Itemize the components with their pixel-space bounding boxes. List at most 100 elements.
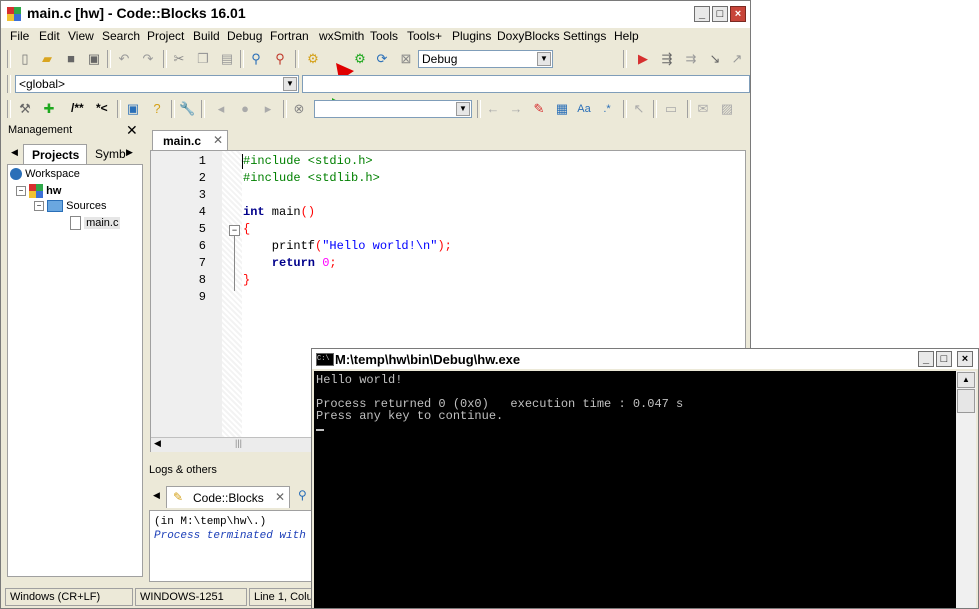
step-out-icon[interactable]: ↗ bbox=[729, 51, 745, 67]
workspace-icon bbox=[10, 168, 22, 181]
management-close-icon[interactable]: ✕ bbox=[126, 122, 138, 139]
menu-help[interactable]: Help bbox=[614, 29, 639, 43]
doxy-extract-icon[interactable]: ✚ bbox=[41, 101, 57, 117]
scroll-left-icon[interactable]: ◀ bbox=[154, 438, 161, 449]
minimize-button[interactable]: _ bbox=[694, 6, 710, 22]
maximize-button[interactable]: □ bbox=[712, 6, 728, 22]
maximize-button[interactable]: □ bbox=[936, 351, 952, 367]
tab-close-icon[interactable]: ✕ bbox=[213, 133, 223, 147]
tree-item-sources[interactable]: − Sources bbox=[34, 200, 106, 213]
regex-icon[interactable]: .* bbox=[599, 101, 615, 117]
incremental-search-select[interactable]: ▼ bbox=[314, 100, 472, 118]
abort-icon[interactable]: ⊠ bbox=[398, 51, 414, 67]
console-output[interactable]: Hello world! Process returned 0 (0x0) ex… bbox=[314, 371, 956, 608]
close-button[interactable]: × bbox=[730, 6, 746, 22]
tree-item-project-hw[interactable]: − hw bbox=[16, 184, 61, 198]
menu-tools[interactable]: Tools bbox=[370, 29, 398, 43]
minimize-button[interactable]: _ bbox=[918, 351, 934, 367]
close-button[interactable]: × bbox=[957, 351, 973, 367]
save-icon[interactable]: ■ bbox=[63, 51, 79, 67]
scroll-grip-icon[interactable]: ||| bbox=[235, 438, 242, 448]
doxy-line-comment-label[interactable]: *< bbox=[96, 101, 108, 115]
menu-plugins[interactable]: Plugins bbox=[452, 29, 491, 43]
menu-build[interactable]: Build bbox=[193, 29, 220, 43]
function-select[interactable] bbox=[302, 75, 750, 93]
search-results-icon[interactable]: ⚲ bbox=[298, 488, 307, 502]
replace-icon[interactable]: ⚲ bbox=[272, 51, 288, 67]
scroll-up-icon[interactable]: ▲ bbox=[957, 372, 975, 388]
wrench-icon[interactable]: 🔧 bbox=[179, 101, 195, 117]
menu-project[interactable]: Project bbox=[147, 29, 184, 43]
save-all-icon[interactable]: ▣ bbox=[86, 51, 102, 67]
next-bookmark-icon[interactable]: ▸ bbox=[260, 101, 276, 117]
tab-symbols[interactable]: Symb bbox=[95, 147, 126, 161]
clear-search-icon[interactable]: ⊗ bbox=[291, 101, 307, 117]
doxy-help-icon[interactable]: ? bbox=[149, 101, 165, 117]
cut-icon[interactable]: ✂ bbox=[171, 51, 187, 67]
tab-projects[interactable]: Projects bbox=[23, 144, 87, 164]
menu-fortran[interactable]: Fortran bbox=[270, 29, 309, 43]
tab-scroll-left-icon[interactable]: ◀ bbox=[11, 147, 18, 158]
debug-run-icon[interactable]: ▶ bbox=[635, 51, 651, 67]
fold-toggle-icon[interactable]: − bbox=[229, 225, 240, 236]
menu-tools-plus[interactable]: Tools+ bbox=[407, 29, 442, 43]
step-into-icon[interactable]: ↘ bbox=[707, 51, 723, 67]
undo-icon[interactable]: ↶ bbox=[116, 51, 132, 67]
redo-icon[interactable]: ↷ bbox=[140, 51, 156, 67]
build-gear-icon[interactable]: ⚙ bbox=[305, 51, 321, 67]
cb-title-bar[interactable]: main.c [hw] - Code::Blocks 16.01 _ □ × bbox=[1, 1, 750, 28]
search-prev-icon[interactable]: ← bbox=[485, 101, 501, 117]
doxy-block-comment-label[interactable]: /** bbox=[71, 101, 84, 115]
paste-icon[interactable]: ▤ bbox=[219, 51, 235, 67]
editor-tab-main-c[interactable]: main.c ✕ bbox=[152, 130, 228, 150]
logs-title: Logs & others bbox=[149, 464, 217, 476]
doxy-wizard-icon[interactable]: ⚒ bbox=[17, 101, 33, 117]
copy-icon[interactable]: ❐ bbox=[195, 51, 211, 67]
open-folder-icon[interactable]: ▰ bbox=[39, 51, 55, 67]
collapse-icon[interactable]: − bbox=[34, 201, 44, 212]
collapse-icon[interactable]: − bbox=[16, 186, 26, 196]
menu-debug[interactable]: Debug bbox=[227, 29, 262, 43]
next-line-icon[interactable]: ⇉ bbox=[683, 51, 699, 67]
tab-close-icon[interactable]: ✕ bbox=[275, 490, 285, 504]
tree-item-workspace[interactable]: Workspace bbox=[10, 168, 80, 181]
selected-text-icon[interactable]: ▦ bbox=[554, 101, 570, 117]
menu-view[interactable]: View bbox=[68, 29, 94, 43]
prev-bookmark-icon[interactable]: ◂ bbox=[213, 101, 229, 117]
search-next-icon[interactable]: → bbox=[508, 101, 524, 117]
scope-select[interactable]: <global> ▼ bbox=[15, 75, 299, 93]
menu-file[interactable]: File bbox=[10, 29, 29, 43]
pointer-icon[interactable]: ↖ bbox=[631, 101, 647, 117]
rebuild-icon[interactable]: ⟳ bbox=[374, 51, 390, 67]
find-icon[interactable]: ⚲ bbox=[248, 51, 264, 67]
image-icon[interactable]: ▨ bbox=[719, 101, 735, 117]
run-to-cursor-icon[interactable]: ⇶ bbox=[659, 51, 675, 67]
project-tree: Workspace − hw − Sources main.c bbox=[7, 164, 143, 577]
chevron-down-icon[interactable]: ▼ bbox=[537, 52, 551, 66]
console-scrollbar[interactable]: ▲ bbox=[956, 371, 976, 608]
menu-doxyblocks[interactable]: DoxyBlocks bbox=[497, 29, 560, 43]
chevron-down-icon[interactable]: ▼ bbox=[283, 77, 297, 91]
new-file-icon[interactable]: ▯ bbox=[17, 51, 33, 67]
build-target-select[interactable]: Debug ▼ bbox=[418, 50, 553, 68]
tab-scroll-left-icon[interactable]: ◀ bbox=[153, 490, 160, 501]
code-line-2: #include <stdlib.h> bbox=[243, 171, 380, 185]
widget-icon[interactable]: ▭ bbox=[663, 101, 679, 117]
scope-value: <global> bbox=[19, 77, 66, 91]
doxy-html-icon[interactable]: ▣ bbox=[125, 101, 141, 117]
highlight-icon[interactable]: ✎ bbox=[531, 101, 547, 117]
menu-edit[interactable]: Edit bbox=[39, 29, 60, 43]
menu-wxsmith[interactable]: wxSmith bbox=[319, 29, 364, 43]
match-case-icon[interactable]: Aa bbox=[576, 101, 592, 117]
tab-codeblocks-log[interactable]: ✎ Code::Blocks ✕ bbox=[166, 486, 290, 508]
mail-icon[interactable]: ✉ bbox=[695, 101, 711, 117]
menu-settings[interactable]: Settings bbox=[563, 29, 606, 43]
console-title-bar[interactable]: C:\ M:\temp\hw\bin\Debug\hw.exe _ □ × bbox=[312, 349, 978, 369]
line-number-gutter: 1 2 3 4 5 6 7 8 9 bbox=[151, 151, 242, 437]
toggle-bookmark-icon[interactable]: ● bbox=[237, 101, 253, 117]
tab-scroll-right-icon[interactable]: ▶ bbox=[126, 147, 133, 158]
menu-search[interactable]: Search bbox=[102, 29, 140, 43]
tree-item-main-c[interactable]: main.c bbox=[70, 216, 121, 230]
chevron-down-icon[interactable]: ▼ bbox=[456, 102, 470, 116]
scroll-thumb[interactable] bbox=[957, 389, 975, 413]
